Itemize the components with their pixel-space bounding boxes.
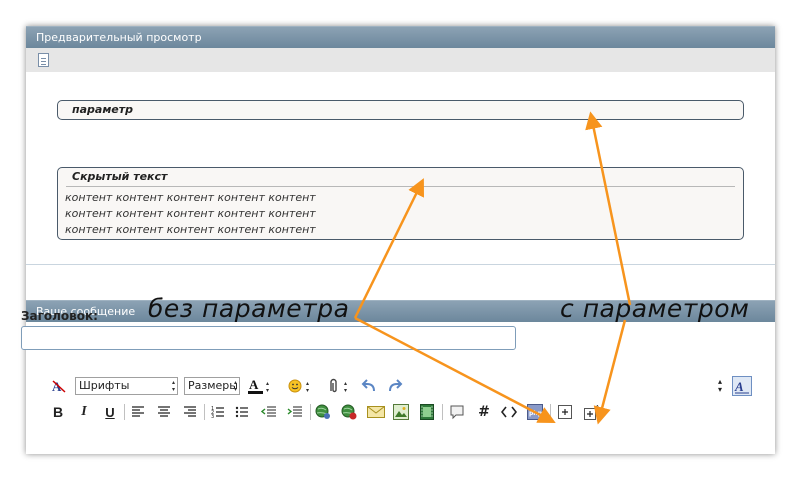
- arrow-to-spoiler-button: [354, 316, 556, 424]
- arrow-to-parameter-spoiler: [585, 111, 632, 306]
- arrow-to-parameter-button: [593, 319, 627, 425]
- arrow-to-hidden-spoiler: [353, 178, 424, 319]
- annotation-arrows: [353, 111, 632, 425]
